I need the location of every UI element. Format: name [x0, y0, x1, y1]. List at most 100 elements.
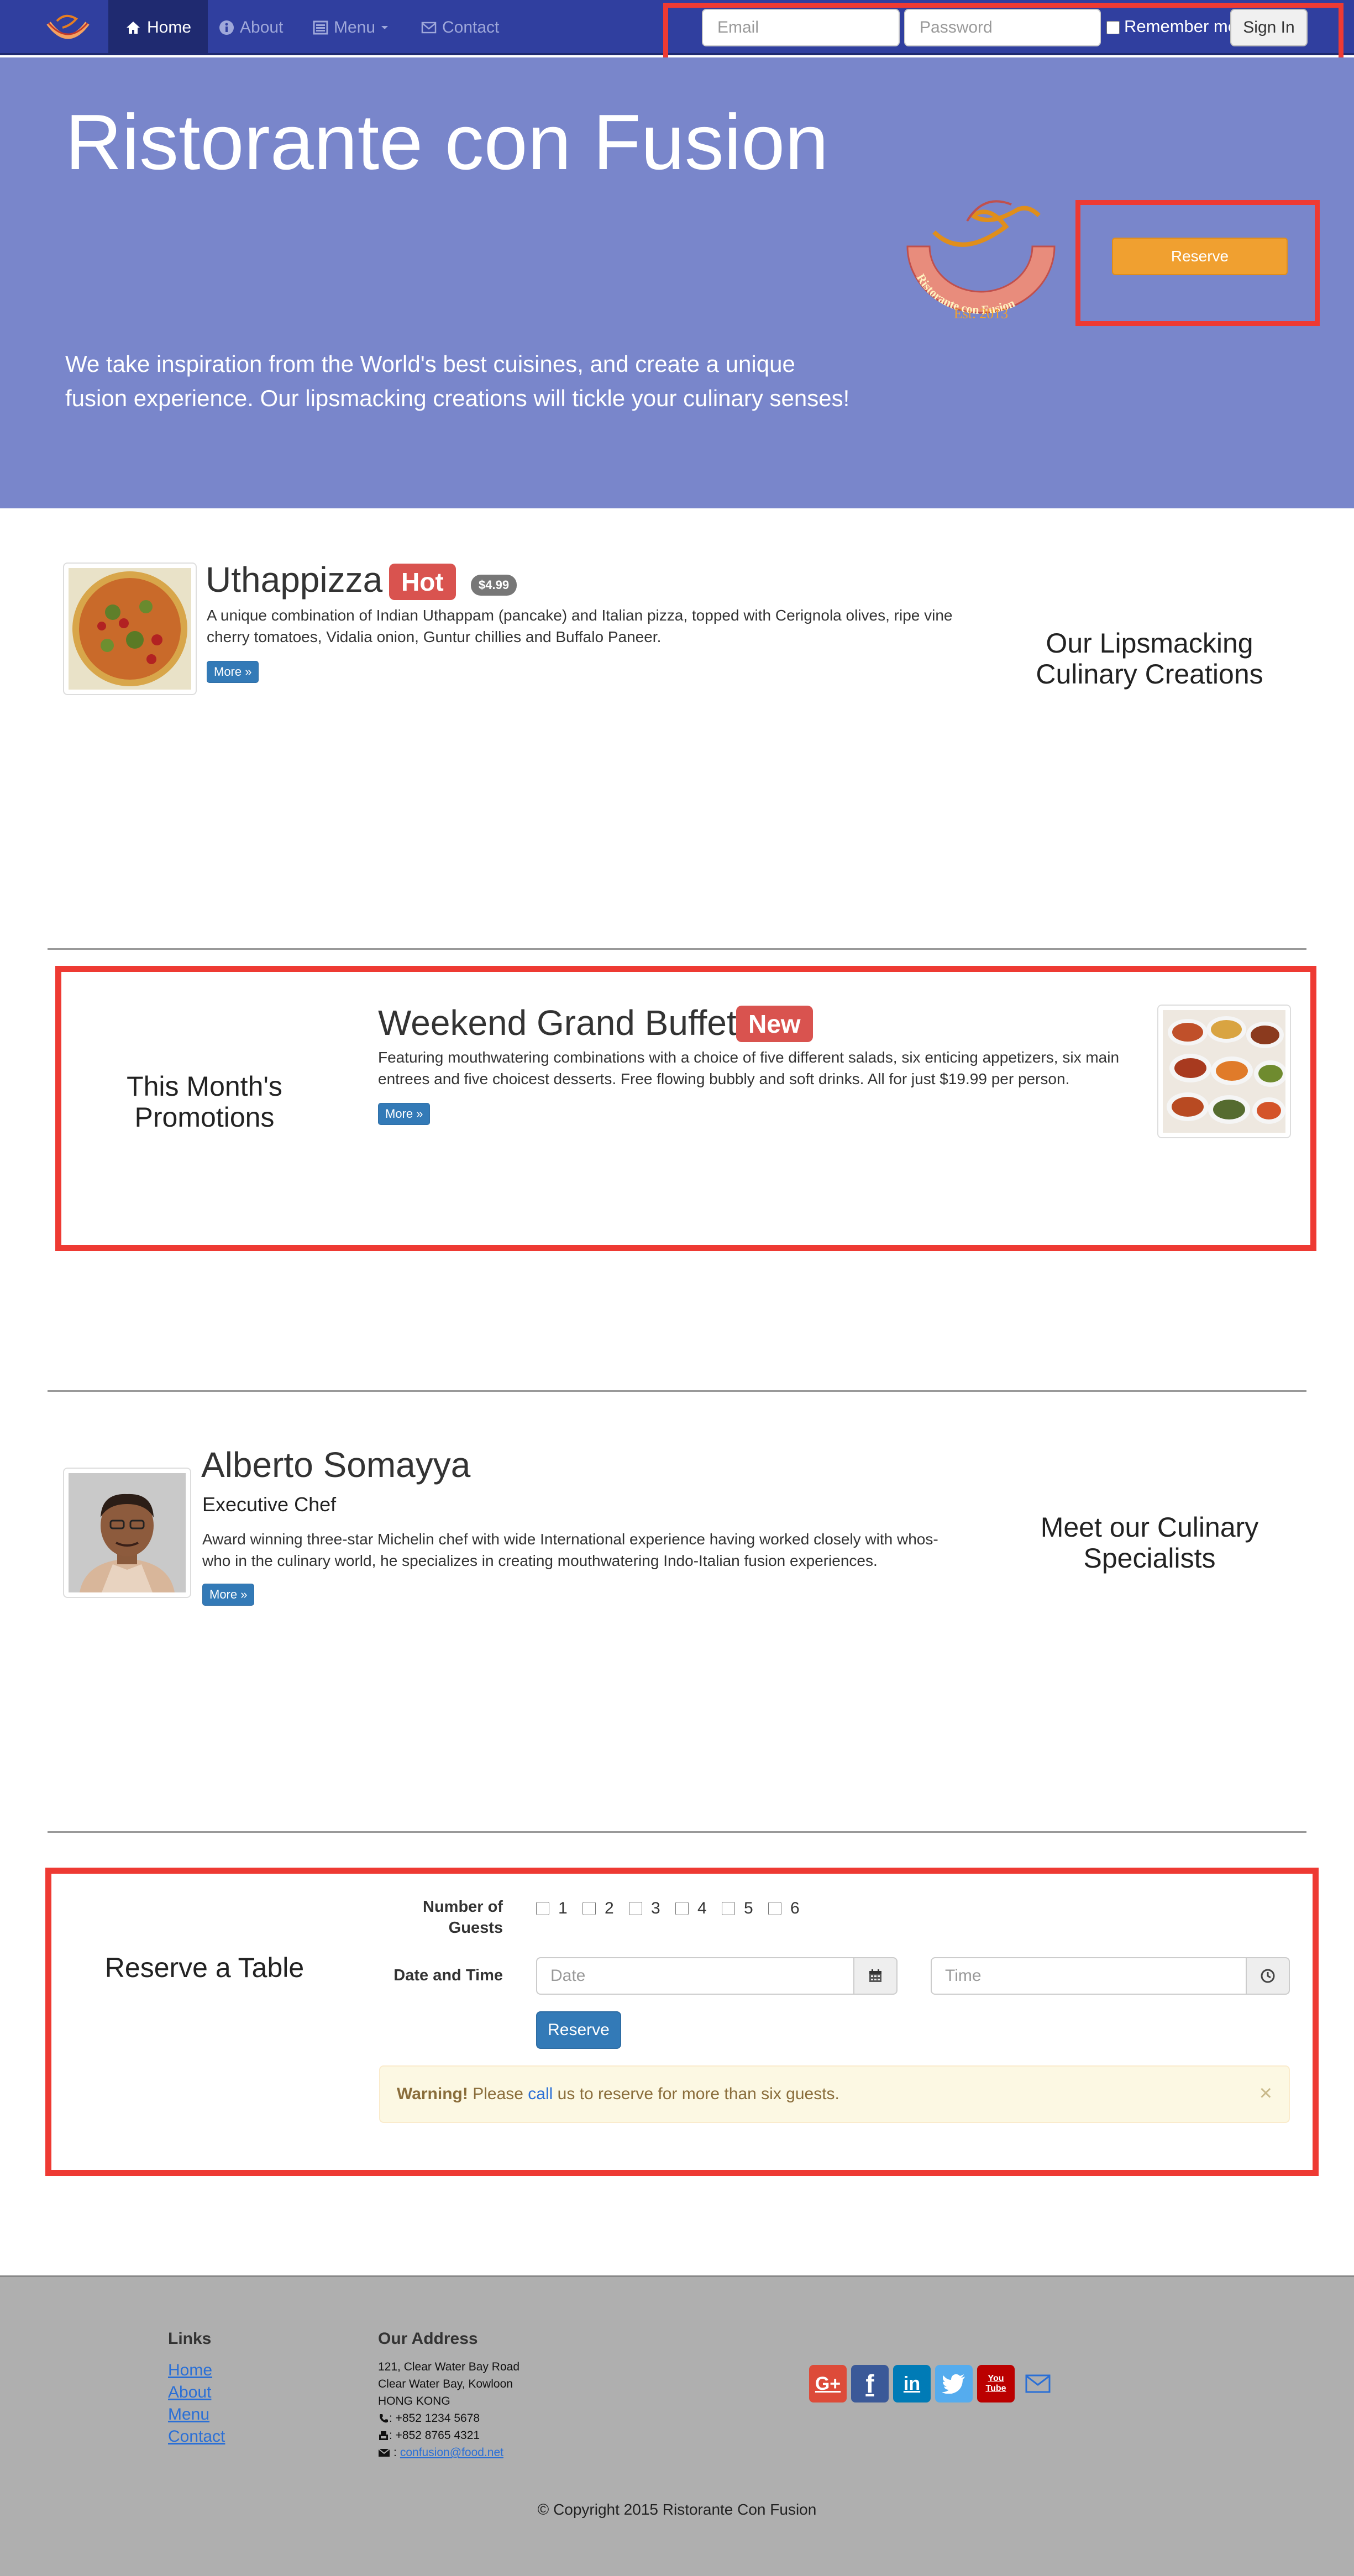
email-link[interactable]: confusion@food.net [400, 2444, 503, 2461]
guest-option-2[interactable]: 2 [582, 1898, 614, 1919]
nav-menu-label: Menu [334, 18, 376, 36]
twitter-bird-glyph [942, 2374, 965, 2394]
reservation-submit-button[interactable]: Reserve [536, 2011, 621, 2049]
leaders-side-heading: Meet our Culinary Specialists [1040, 1512, 1259, 1574]
price-badge: $4.99 [471, 575, 517, 596]
promotion-title: Weekend Grand Buffet [378, 1003, 737, 1043]
chef-photo [69, 1473, 186, 1592]
datetime-label: Date and Time [393, 1967, 503, 1984]
linkedin-icon[interactable]: in [893, 2365, 931, 2402]
password-input[interactable] [904, 9, 1101, 46]
new-badge: New [736, 1006, 813, 1042]
home-icon [127, 22, 140, 34]
leader-thumbnail[interactable] [63, 1468, 191, 1598]
hot-badge: Hot [389, 564, 456, 600]
reservation-heading: Reserve a Table [104, 1952, 305, 1983]
email-line: : confusion@food.net [378, 2444, 503, 2461]
phone-icon [380, 2414, 388, 2422]
dish-more-button[interactable]: More » [207, 661, 259, 683]
nav-contact[interactable]: Contact [421, 0, 499, 55]
guest-option-4[interactable]: 4 [675, 1898, 707, 1919]
warning-strong: Warning! [397, 2085, 468, 2103]
caret-down-icon [381, 26, 389, 29]
divider [48, 1831, 1306, 1833]
fax-icon [379, 2431, 388, 2440]
guest-checkbox[interactable] [675, 1902, 689, 1915]
restaurant-logo-icon[interactable] [43, 11, 93, 44]
footer-address-heading: Our Address [378, 2330, 478, 2348]
nav-menu[interactable]: Menu [313, 0, 389, 55]
footer-link-about[interactable]: About [168, 2382, 211, 2404]
address-line-3: HONG KONG [378, 2395, 450, 2407]
guest-option-5[interactable]: 5 [722, 1898, 753, 1919]
warning-text-after: us to reserve for more than six guests. [557, 2085, 839, 2103]
restaurant-logo: Ristorante con Fusion Est. 2013 [906, 200, 1056, 322]
mail-icon[interactable] [1019, 2365, 1057, 2402]
calendar-icon [869, 1969, 881, 1982]
guest-checkbox[interactable] [629, 1902, 642, 1915]
warning-text-before: Please [473, 2085, 523, 2103]
dishes-side-heading: Our Lipsmacking Culinary Creations [1036, 628, 1263, 690]
mail-envelope-glyph [1025, 2374, 1051, 2393]
remember-me-checkbox[interactable] [1106, 21, 1120, 34]
footer-link-contact[interactable]: Contact [168, 2426, 225, 2448]
date-input[interactable] [536, 1957, 854, 1995]
guest-option-3[interactable]: 3 [629, 1898, 660, 1919]
guest-checkbox[interactable] [536, 1902, 549, 1915]
call-link[interactable]: call [528, 2085, 553, 2103]
pizza-image [69, 568, 191, 690]
guest-option-1[interactable]: 1 [536, 1898, 568, 1919]
nav-about-label: About [240, 18, 284, 36]
twitter-icon[interactable] [935, 2365, 973, 2402]
sign-in-button[interactable]: Sign In [1230, 9, 1308, 46]
promotion-description: Featuring mouthwatering combinations wit… [378, 1049, 1120, 1087]
footer-link-menu[interactable]: Menu [168, 2404, 209, 2426]
footer-links-heading: Links [168, 2330, 212, 2348]
clock-icon [1261, 1969, 1275, 1983]
copyright-text: © Copyright 2015 Ristorante Con Fusion [537, 2501, 817, 2518]
guest-option-6[interactable]: 6 [768, 1898, 800, 1919]
promotion-thumbnail[interactable] [1157, 1005, 1291, 1138]
divider [48, 1390, 1306, 1392]
list-icon [313, 20, 328, 35]
hero-title: Ristorante con Fusion [65, 98, 829, 186]
youtube-icon[interactable]: You Tube [977, 2365, 1015, 2402]
warning-alert: Warning! Please call us to reserve for m… [379, 2065, 1290, 2123]
email-input[interactable] [702, 9, 900, 46]
leader-more-button[interactable]: More » [202, 1584, 255, 1606]
buffet-image [1163, 1010, 1287, 1133]
nav-home[interactable]: Home [108, 0, 208, 55]
remember-me-label: Remember me [1124, 17, 1237, 36]
envelope-icon [421, 22, 437, 34]
logo-est-text: Est. 2013 [954, 306, 1008, 322]
phone-line: : +852 1234 5678 [378, 2410, 480, 2427]
footer-link-home[interactable]: Home [168, 2359, 212, 2382]
reserve-button[interactable]: Reserve [1112, 238, 1288, 275]
dish-thumbnail[interactable] [63, 562, 197, 695]
leader-role: Executive Chef [202, 1493, 337, 1516]
google-plus-icon[interactable]: G+ [809, 2365, 847, 2402]
leader-description: Award winning three-star Michelin chef w… [202, 1531, 938, 1569]
hero-text: We take inspiration from the World's bes… [65, 351, 850, 411]
guest-checkbox[interactable] [582, 1902, 596, 1915]
nav-about[interactable]: About [219, 0, 283, 55]
guest-checkbox[interactable] [722, 1902, 735, 1915]
time-input[interactable] [931, 1957, 1247, 1995]
envelope-icon [378, 2448, 390, 2457]
guests-label: Number of Guests [423, 1898, 503, 1937]
alert-close-button[interactable]: × [1259, 2082, 1272, 2104]
address-line-1: 121, Clear Water Bay Road [378, 2361, 520, 2373]
leader-name: Alberto Somayya [201, 1445, 471, 1485]
nav-contact-label: Contact [442, 18, 500, 36]
nav-home-label: Home [147, 18, 192, 36]
promotion-more-button[interactable]: More » [378, 1103, 431, 1125]
promotion-side-heading: This Month's Promotions [127, 1071, 282, 1133]
guest-checkbox[interactable] [768, 1902, 781, 1915]
address-line-2: Clear Water Bay, Kowloon [378, 2378, 513, 2390]
divider [48, 948, 1306, 950]
facebook-icon[interactable]: f [851, 2365, 889, 2402]
clock-addon[interactable] [1247, 1957, 1290, 1995]
dish-title: Uthappizza [206, 560, 383, 600]
calendar-addon[interactable] [854, 1957, 898, 1995]
navbar: Home About Menu Contact Remember me Sign… [0, 0, 1354, 66]
